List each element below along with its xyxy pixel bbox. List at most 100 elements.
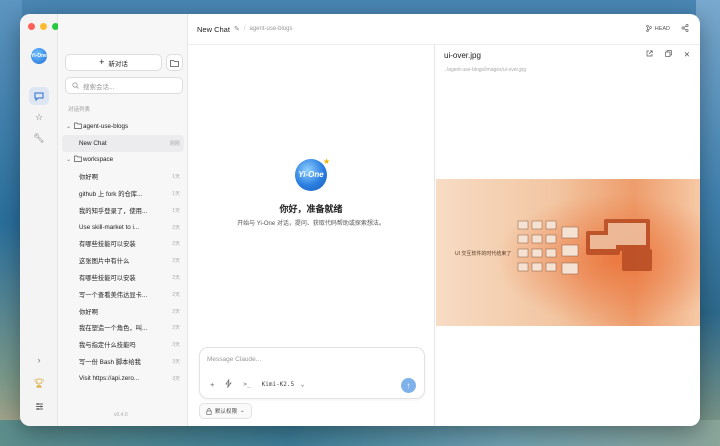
conversation-item[interactable]: New Chat 刚刚 xyxy=(62,134,184,152)
folder-icon xyxy=(170,59,179,67)
plus-icon: + xyxy=(99,57,105,67)
branch-label: HEAD xyxy=(654,25,670,32)
close-window-button[interactable] xyxy=(28,23,35,30)
conversation-item[interactable]: 我与指定什么技能吗 3天 xyxy=(62,336,184,353)
traffic-lights xyxy=(28,23,59,30)
pencil-icon[interactable]: ✎ xyxy=(234,25,240,33)
item-timestamp: 3天 xyxy=(172,359,180,366)
conversation-item[interactable]: 我在塑造一个角色，叫... 2天 xyxy=(62,320,184,337)
terminal-icon[interactable]: >_ xyxy=(243,381,250,388)
chevron-down-icon[interactable]: ⌄ xyxy=(66,156,74,163)
item-timestamp: 2天 xyxy=(172,308,180,315)
conversation-item[interactable]: Visit https://api.zero... 3天 xyxy=(62,370,184,387)
item-timestamp: 3天 xyxy=(172,342,180,349)
permission-selector[interactable]: 默认权限 ⌄ xyxy=(199,403,252,419)
minimize-window-button[interactable] xyxy=(40,23,47,30)
sliders-icon[interactable] xyxy=(29,397,49,415)
item-timestamp: 3天 xyxy=(172,375,180,382)
folder-row[interactable]: ⌄ workspace xyxy=(62,152,184,169)
lightning-icon[interactable] xyxy=(225,379,233,390)
plus-icon[interactable]: + xyxy=(210,380,214,389)
conversation-item[interactable]: 你好啊 2天 xyxy=(62,303,184,320)
chat-pane: Yi-One ★ 你好，准备就绪 开始与 Yi-One 对话，提问、获取代码帮助… xyxy=(188,44,434,426)
folder-row[interactable]: ⌄ agent-use-blogs xyxy=(62,118,184,135)
conversation-item[interactable]: 写一个查看美伟达显卡... 2天 xyxy=(62,286,184,303)
item-label: New Chat xyxy=(79,139,107,147)
conversation-sidebar: + 新对话 搜索会话... 对话列表 ⌄ agent-use-blogs New C… xyxy=(58,14,188,426)
new-chat-button[interactable]: + 新对话 xyxy=(65,54,162,71)
sparkle-icon: ★ xyxy=(323,157,331,166)
git-branch-icon xyxy=(646,25,652,32)
version-label: v0.4.0 xyxy=(114,412,128,418)
item-label: 写一个查看美伟达显卡... xyxy=(79,291,148,299)
conversation-item[interactable]: 我的知乎登录了，使用... 1天 xyxy=(62,202,184,219)
preview-actions: ✕ xyxy=(646,50,690,59)
search-box[interactable]: 搜索会话... xyxy=(65,77,183,94)
item-label: 写一份 Bash 脚本给我 xyxy=(79,359,141,367)
item-label: 这张图片中有什么 xyxy=(79,258,130,266)
share-icon[interactable] xyxy=(681,24,689,34)
item-timestamp: 刚刚 xyxy=(169,140,180,147)
item-label: 我的知乎登录了，使用... xyxy=(79,207,148,215)
open-folder-button[interactable] xyxy=(166,54,183,71)
trophy-icon[interactable]: 🏆︎ xyxy=(29,374,49,392)
send-button[interactable]: ↑ xyxy=(401,378,416,393)
branch-badge[interactable]: HEAD xyxy=(646,25,670,32)
item-label: 我在塑造一个角色，叫... xyxy=(79,325,148,333)
conversation-item[interactable]: Use skill-market to i... 2天 xyxy=(62,219,184,236)
app-window: Yi-One ☆ 🔧︎ › 🏆︎ + 新对话 搜索会话... 对话列表 ⌄ age… xyxy=(20,14,700,426)
preview-filename: ui-over.jpg xyxy=(444,51,481,60)
close-icon[interactable]: ✕ xyxy=(684,50,690,59)
open-external-icon[interactable] xyxy=(646,50,653,59)
preview-image: UI 交互软件的时代结束了 xyxy=(436,179,700,326)
search-input[interactable]: 搜索会话... xyxy=(83,81,114,91)
chat-bubble-icon[interactable] xyxy=(29,87,49,105)
icon-rail: Yi-One ☆ 🔧︎ › 🏆︎ xyxy=(20,14,59,426)
item-label: 我与指定什么技能吗 xyxy=(79,342,136,350)
chevron-down-icon: ⌄ xyxy=(240,408,245,414)
item-label: github 上 fork 的仓库... xyxy=(79,191,143,199)
breadcrumb-separator: / xyxy=(243,26,246,32)
chevron-down-icon[interactable]: ⌄ xyxy=(66,123,74,130)
copy-icon[interactable] xyxy=(664,50,672,59)
item-label: Use skill-market to i... xyxy=(79,223,140,231)
conversation-item[interactable]: 你好啊 1天 xyxy=(62,168,184,185)
item-timestamp: 1天 xyxy=(172,174,180,181)
message-input[interactable]: Message Claude... xyxy=(207,356,261,363)
chevron-right-icon[interactable]: › xyxy=(29,351,49,369)
chat-title[interactable]: New Chat xyxy=(197,25,230,34)
new-chat-label: 新对话 xyxy=(108,60,128,68)
conversation-item[interactable]: 这张图片中有什么 2天 xyxy=(62,252,184,269)
item-timestamp: 2天 xyxy=(172,275,180,282)
star-icon[interactable]: ☆ xyxy=(29,108,49,126)
item-label: workspace xyxy=(83,156,114,164)
composer-toolbar: + >_ Kimi-K2.5 ⌄ xyxy=(210,379,304,390)
lock-icon xyxy=(206,407,212,415)
item-timestamp: 1天 xyxy=(172,207,180,214)
item-timestamp: 2天 xyxy=(172,325,180,332)
conversation-item[interactable]: 写一份 Bash 脚本给我 3天 xyxy=(62,353,184,370)
preview-path: ../agent-use-blogs/images/ui-over.jpg xyxy=(444,67,526,73)
item-label: 有哪些技能可以安装 xyxy=(79,241,136,249)
list-heading: 对话列表 xyxy=(68,107,91,113)
folder-icon xyxy=(74,122,83,131)
image-caption: UI 交互软件的时代结束了 xyxy=(455,251,512,257)
app-logo: Yi-One xyxy=(31,48,47,64)
file-preview-pane: ui-over.jpg ../agent-use-blogs/images/ui… xyxy=(434,44,700,426)
folder-icon xyxy=(74,155,83,164)
conversation-item[interactable]: github 上 fork 的仓库... 1天 xyxy=(62,185,184,202)
conversation-item[interactable]: 有哪些技能可以安装 2天 xyxy=(62,269,184,286)
item-timestamp: 1天 xyxy=(172,191,180,198)
wrench-icon[interactable]: 🔧︎ xyxy=(29,129,49,147)
item-label: agent-use-blogs xyxy=(83,122,129,130)
breadcrumb[interactable]: agent-use-blogs xyxy=(249,26,292,32)
permission-label: 默认权限 xyxy=(215,409,238,415)
model-selector[interactable]: Kimi-K2.5 ⌄ xyxy=(262,381,305,388)
conversation-item[interactable]: 有哪些技能可以安装 2天 xyxy=(62,236,184,253)
item-label: Visit https://api.zero... xyxy=(79,374,140,382)
message-composer[interactable]: Message Claude... + >_ Kimi-K2.5 ⌄ ↑ xyxy=(199,347,425,399)
item-label: 你好啊 xyxy=(79,308,98,316)
search-icon xyxy=(72,82,79,89)
header-bar: New Chat ✎ / agent-use-blogs HEAD xyxy=(188,14,700,44)
item-label: 你好啊 xyxy=(79,174,98,182)
